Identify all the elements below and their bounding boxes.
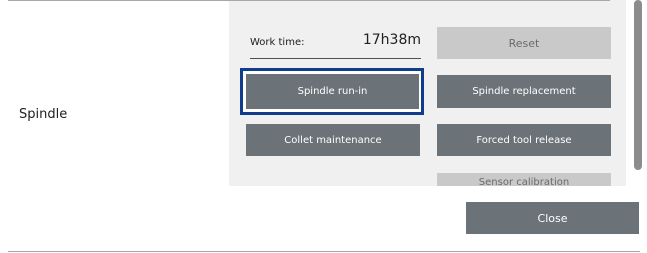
spindle-replacement-button[interactable]: Spindle replacement (437, 75, 611, 108)
reset-button[interactable]: Reset (437, 27, 611, 59)
spindle-actions-panel: Work time: 17h38m Reset Spindle run-in S… (229, 0, 626, 186)
work-time-field: Work time: 17h38m (250, 29, 421, 59)
forced-tool-release-button[interactable]: Forced tool release (437, 124, 611, 156)
close-button[interactable]: Close (466, 202, 639, 234)
work-time-label: Work time: (250, 37, 305, 48)
work-time-underline (250, 58, 421, 59)
row-label-spindle: Spindle (19, 107, 68, 122)
partially-visible-button[interactable]: Sensor calibration (437, 173, 611, 186)
vertical-scrollbar[interactable] (634, 0, 642, 170)
panel-top-divider (229, 0, 610, 1)
collet-maintenance-button[interactable]: Collet maintenance (246, 124, 420, 156)
spindle-run-in-button[interactable]: Spindle run-in (246, 74, 419, 109)
work-time-value: 17h38m (362, 32, 421, 48)
bottom-divider (8, 251, 640, 252)
